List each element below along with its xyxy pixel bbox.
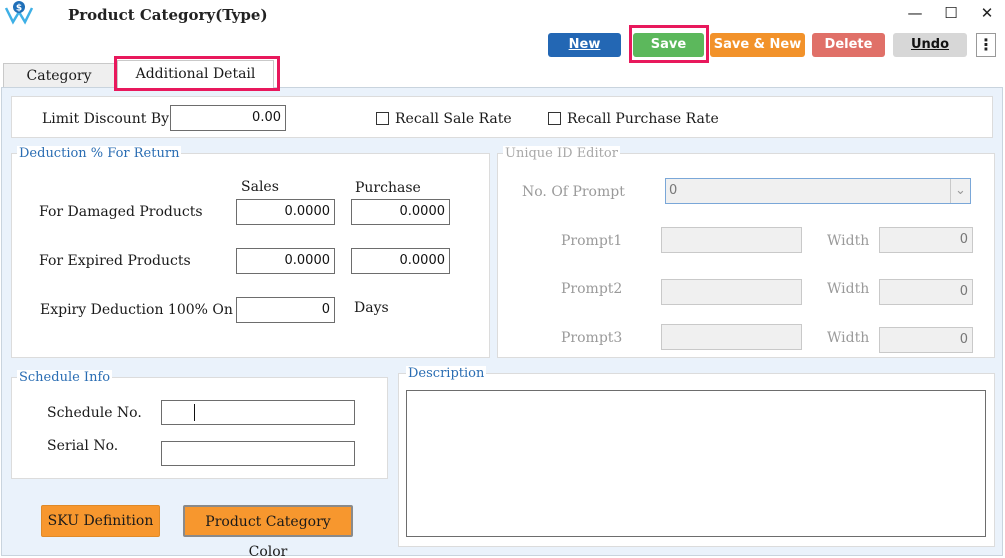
window-title: Product Category(Type) <box>68 6 268 24</box>
chevron-down-icon[interactable]: ⌄ <box>950 179 970 203</box>
product-category-color-button[interactable]: Product Category Color <box>183 505 353 558</box>
recall-sale-rate-checkbox[interactable] <box>376 112 389 125</box>
tab-category[interactable]: Category <box>3 63 115 87</box>
new-button[interactable]: New <box>548 33 621 57</box>
unique-id-legend: Unique ID Editor <box>503 146 620 161</box>
sales-column-header: Sales <box>241 179 279 195</box>
save-and-new-button[interactable]: Save & New <box>710 33 805 57</box>
width1-label: Width <box>827 233 870 249</box>
serial-no-input[interactable] <box>161 441 355 466</box>
recall-purchase-rate-label: Recall Purchase Rate <box>567 111 719 127</box>
undo-button[interactable]: Undo <box>893 33 967 57</box>
prompt2-input[interactable] <box>661 279 802 305</box>
schedule-no-input[interactable] <box>161 400 355 425</box>
svg-text:$: $ <box>16 4 22 14</box>
prompt1-input[interactable] <box>661 227 802 253</box>
expiry-deduction-label: Expiry Deduction 100% On <box>40 302 233 318</box>
recall-purchase-rate-checkbox[interactable] <box>548 112 561 125</box>
limit-discount-label: Limit Discount By <box>42 111 170 127</box>
width2-input[interactable]: 0 <box>879 279 973 305</box>
app-logo-icon: $ <box>4 0 34 26</box>
width1-input[interactable]: 0 <box>879 227 973 253</box>
expired-sales-input[interactable]: 0.0000 <box>236 248 335 274</box>
delete-button[interactable]: Delete <box>812 33 885 57</box>
expiry-deduction-input[interactable]: 0 <box>236 297 335 323</box>
limit-discount-input[interactable]: 0.00 <box>170 105 286 131</box>
description-textarea[interactable] <box>406 390 986 537</box>
tab-highlight <box>114 56 280 91</box>
damaged-products-label: For Damaged Products <box>39 204 203 220</box>
prompt-count-select[interactable]: 0 ⌄ <box>665 178 971 204</box>
damaged-sales-input[interactable]: 0.0000 <box>236 199 335 225</box>
schedule-legend: Schedule Info <box>17 370 113 385</box>
description-legend: Description <box>406 366 487 381</box>
damaged-purchase-input[interactable]: 0.0000 <box>351 199 450 225</box>
maximize-button[interactable]: ☐ <box>936 2 966 24</box>
prompt2-label: Prompt2 <box>561 281 623 297</box>
expired-purchase-input[interactable]: 0.0000 <box>351 248 450 274</box>
serial-no-label: Serial No. <box>47 438 119 454</box>
prompt-count-value: 0 <box>669 183 678 198</box>
prompt-count-label: No. Of Prompt <box>522 184 625 200</box>
width3-input[interactable]: 0 <box>879 327 973 353</box>
recall-sale-rate-label: Recall Sale Rate <box>395 111 512 127</box>
days-label: Days <box>354 300 389 316</box>
purchase-column-header: Purchase <box>355 180 421 196</box>
save-highlight <box>629 25 709 63</box>
more-options-icon[interactable]: ⋮ <box>976 33 996 57</box>
width3-label: Width <box>827 330 870 346</box>
deduction-legend: Deduction % For Return <box>17 146 182 161</box>
prompt3-label: Prompt3 <box>561 330 623 346</box>
sku-definition-button[interactable]: SKU Definition <box>41 505 160 537</box>
close-button[interactable]: ✕ <box>972 2 1002 24</box>
prompt1-label: Prompt1 <box>561 233 623 249</box>
minimize-button[interactable]: — <box>900 2 930 24</box>
expired-products-label: For Expired Products <box>39 253 191 269</box>
schedule-no-label: Schedule No. <box>47 405 142 421</box>
text-cursor <box>194 404 195 421</box>
prompt3-input[interactable] <box>661 324 802 350</box>
width2-label: Width <box>827 281 870 297</box>
